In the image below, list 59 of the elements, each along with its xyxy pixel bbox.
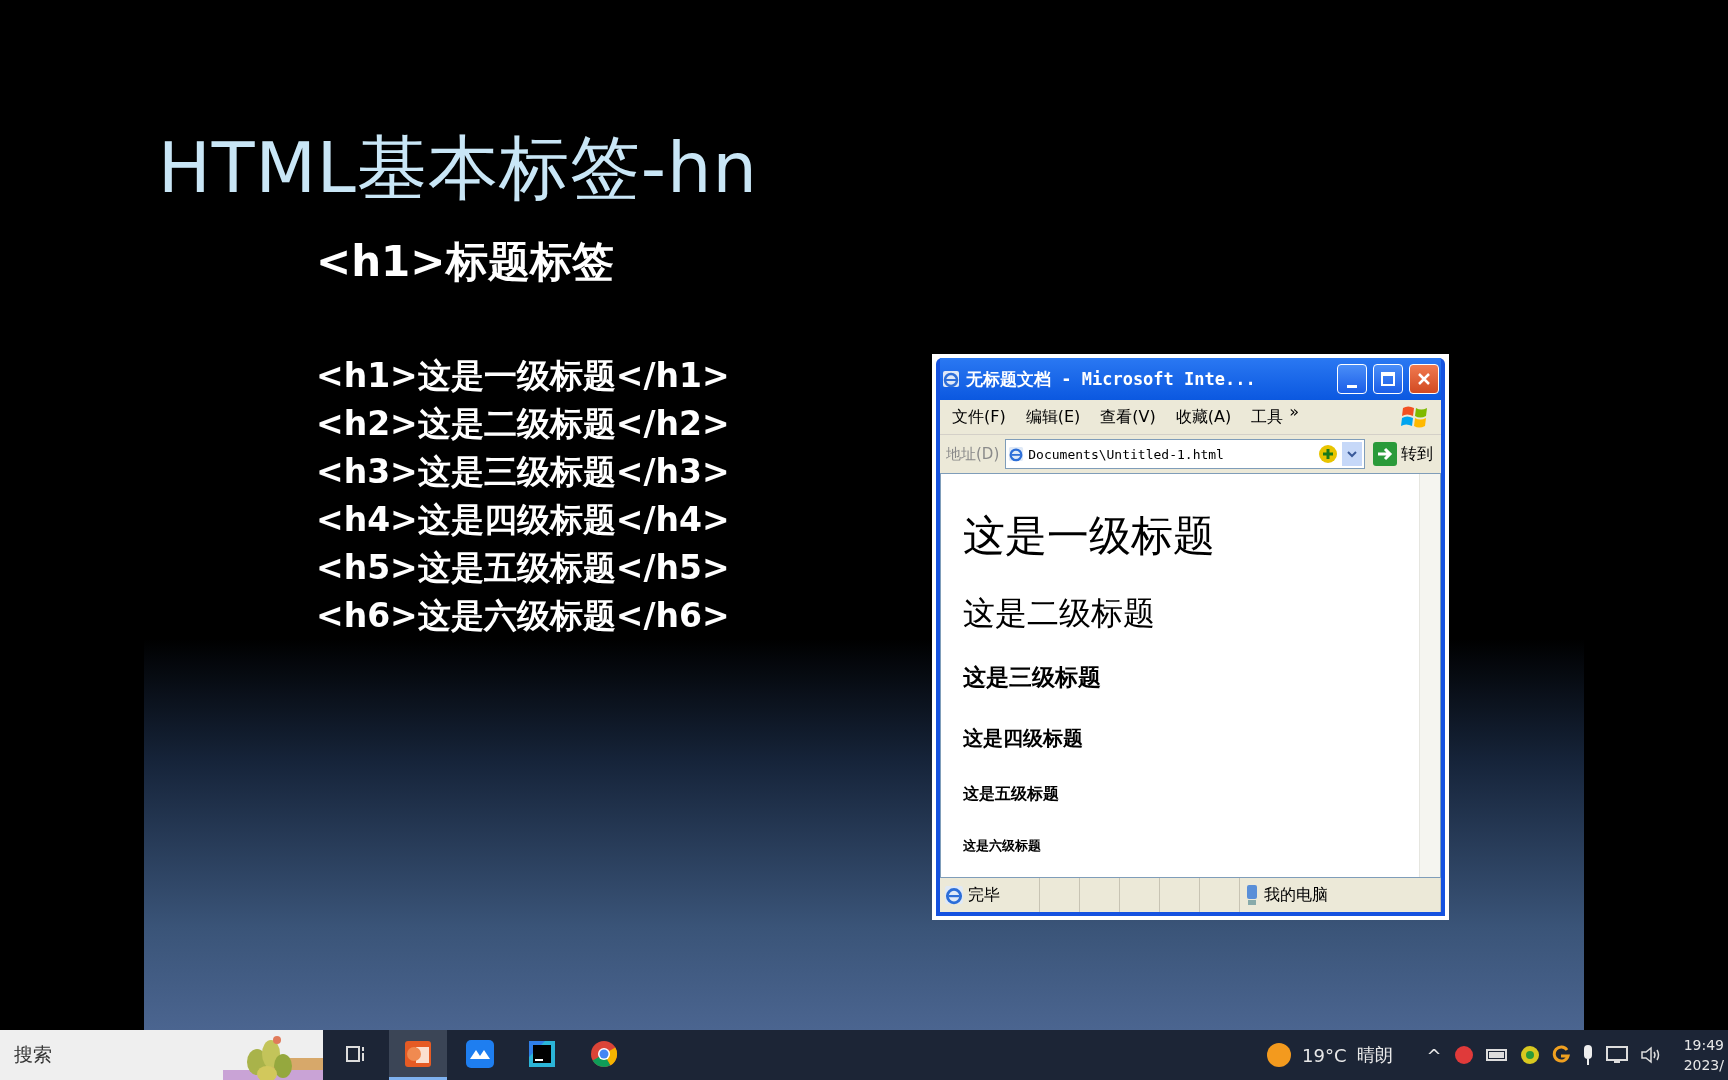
menu-item[interactable]: 查看(V) xyxy=(1100,406,1156,428)
code-line: <h6>这是六级标题</h6> xyxy=(316,595,730,637)
maximize-button[interactable] xyxy=(1373,364,1403,394)
clock-date[interactable]: 2023/ xyxy=(1683,1055,1724,1075)
weather-text: 晴朗 xyxy=(1356,1043,1393,1067)
code-line: <h2>这是二级标题</h2> xyxy=(316,403,730,445)
computer-icon xyxy=(1244,884,1260,906)
go-button[interactable]: 转到 xyxy=(1371,442,1435,466)
close-button[interactable] xyxy=(1409,364,1439,394)
code-line: <h3>这是三级标题</h3> xyxy=(316,451,730,493)
browser-icon xyxy=(942,370,960,388)
chrome-app-icon xyxy=(589,1038,619,1069)
sun-icon xyxy=(1266,1042,1293,1068)
code-line: <h4>这是四级标题</h4> xyxy=(316,499,730,541)
code-line: <h5>这是五级标题</h5> xyxy=(316,547,730,589)
taskbar-app-button[interactable] xyxy=(389,1030,447,1080)
battery-icon[interactable] xyxy=(1485,1048,1508,1062)
page-heading: 这是六级标题 xyxy=(963,837,1042,855)
window-title: 无标题文档 - Microsoft Inte... xyxy=(966,367,1256,391)
clock-time[interactable]: 19:49 xyxy=(1683,1035,1724,1055)
windows-flag-icon xyxy=(1401,404,1429,430)
menu-item[interactable]: 收藏(A) xyxy=(1175,406,1232,428)
page-heading: 这是二级标题 xyxy=(963,593,1156,634)
page-icon xyxy=(944,885,964,905)
page-heading: 这是三级标题 xyxy=(963,662,1102,692)
network-icon[interactable] xyxy=(1605,1045,1628,1065)
ide-app-icon xyxy=(527,1038,557,1069)
plus-icon xyxy=(1318,444,1338,464)
status-text: 完毕 xyxy=(968,884,1000,906)
page-heading: 这是五级标题 xyxy=(963,784,1060,805)
search-field[interactable]: 搜索 xyxy=(0,1030,323,1080)
slide-title: HTML基本标签-hn xyxy=(158,128,759,208)
tray-app-icon[interactable] xyxy=(1519,1045,1540,1065)
microphone-icon[interactable] xyxy=(1581,1044,1594,1066)
cloud-app-icon xyxy=(465,1038,495,1069)
zone-text: 我的电脑 xyxy=(1264,884,1328,906)
page-heading: 这是四级标题 xyxy=(963,725,1084,752)
address-label: 地址(D) xyxy=(946,444,1000,464)
minimize-icon xyxy=(1347,384,1357,388)
menu-item[interactable]: 编辑(E) xyxy=(1025,406,1081,428)
address-field[interactable]: Documents\Untitled-1.html xyxy=(1005,439,1365,469)
maximize-icon xyxy=(1381,372,1395,386)
menu-item[interactable]: 工具 xyxy=(1251,406,1284,428)
speaker-icon[interactable] xyxy=(1639,1045,1662,1065)
menu-item[interactable]: 文件(F) xyxy=(952,406,1006,428)
code-line: <h1>这是一级标题</h1> xyxy=(316,355,730,397)
minimize-button[interactable] xyxy=(1337,364,1367,394)
slide-subtitle: <h1>标题标签 xyxy=(316,238,615,286)
close-icon xyxy=(1417,372,1431,386)
dropdown-icon[interactable] xyxy=(1342,442,1362,466)
slides-app-icon xyxy=(403,1038,433,1069)
page-heading: 这是一级标题 xyxy=(963,510,1216,562)
temperature-text: 19°C xyxy=(1302,1044,1347,1066)
tray-badge-icon[interactable] xyxy=(1453,1045,1474,1065)
tray-caret[interactable]: ^ xyxy=(1426,1044,1442,1066)
g-logo-icon[interactable] xyxy=(1551,1045,1570,1065)
scrollbar[interactable] xyxy=(1419,474,1440,877)
page-icon xyxy=(1008,446,1025,462)
menu-more[interactable]: » xyxy=(1289,402,1299,421)
